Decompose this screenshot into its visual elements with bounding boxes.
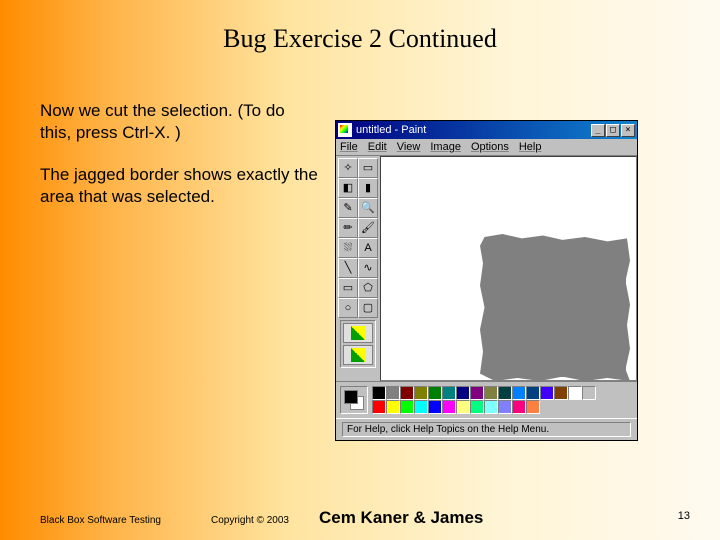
color-swatch-3[interactable] [414, 386, 428, 400]
color-swatch-20[interactable] [428, 400, 442, 414]
statusbar: For Help, click Help Topics on the Help … [336, 418, 637, 440]
tool-fill[interactable]: ▮ [358, 178, 378, 198]
footer: Black Box Software Testing Copyright © 2… [0, 508, 720, 528]
tool-polygon[interactable]: ⬠ [358, 278, 378, 298]
color-swatch-9[interactable] [498, 386, 512, 400]
tool-picker[interactable]: ✎ [338, 198, 358, 218]
color-swatch-2[interactable] [400, 386, 414, 400]
footer-authors: Cem Kaner & James [319, 508, 483, 528]
tool-curve[interactable]: ∿ [358, 258, 378, 278]
tool-rect-select[interactable]: ▭ [358, 158, 378, 178]
paint-window: untitled - Paint _ □ × File Edit View Im… [335, 120, 638, 441]
color-swatch-27[interactable] [526, 400, 540, 414]
tool-text[interactable]: A [358, 238, 378, 258]
color-swatch-25[interactable] [498, 400, 512, 414]
color-swatch-24[interactable] [484, 400, 498, 414]
color-swatch-1[interactable] [386, 386, 400, 400]
toolbox: ✧ ▭ ◧ ▮ ✎ 🔍 ✏ 🖌 ⛆ A ╲ ∿ ▭ ⬠ ○ ▢ [336, 156, 380, 381]
color-swatch-0[interactable] [372, 386, 386, 400]
paragraph-2: The jagged border shows exactly the area… [40, 164, 320, 208]
menu-image[interactable]: Image [430, 141, 461, 153]
transparent-icon [351, 348, 365, 362]
menu-file[interactable]: File [340, 141, 358, 153]
footer-source: Black Box Software Testing [40, 515, 161, 526]
maximize-button[interactable]: □ [606, 124, 620, 137]
color-swatch-18[interactable] [400, 400, 414, 414]
color-swatch-4[interactable] [428, 386, 442, 400]
paragraph-1: Now we cut the selection. (To do this, p… [40, 100, 320, 144]
tool-magnify[interactable]: 🔍 [358, 198, 378, 218]
tool-freeform-select[interactable]: ✧ [338, 158, 358, 178]
tool-line[interactable]: ╲ [338, 258, 358, 278]
tool-pencil[interactable]: ✏ [338, 218, 358, 238]
color-swatch-21[interactable] [442, 400, 456, 414]
color-palette [372, 386, 596, 414]
color-swatch-6[interactable] [456, 386, 470, 400]
color-box [336, 381, 637, 418]
titlebar[interactable]: untitled - Paint _ □ × [336, 121, 637, 139]
color-swatch-13[interactable] [554, 386, 568, 400]
selection-transparent-option[interactable] [343, 345, 373, 365]
tool-airbrush[interactable]: ⛆ [338, 238, 358, 258]
color-swatch-7[interactable] [470, 386, 484, 400]
tool-roundrect[interactable]: ▢ [358, 298, 378, 318]
selection-opaque-option[interactable] [343, 323, 373, 343]
window-title: untitled - Paint [356, 124, 591, 136]
close-button[interactable]: × [621, 124, 635, 137]
color-swatch-10[interactable] [512, 386, 526, 400]
page-number: 13 [678, 510, 690, 522]
color-swatch-26[interactable] [512, 400, 526, 414]
foreground-color-swatch [344, 390, 358, 404]
color-swatch-23[interactable] [470, 400, 484, 414]
menu-help[interactable]: Help [519, 141, 542, 153]
color-swatch-15[interactable] [582, 386, 596, 400]
cut-region [486, 242, 626, 377]
tool-ellipse[interactable]: ○ [338, 298, 358, 318]
color-swatch-5[interactable] [442, 386, 456, 400]
color-swatch-16[interactable] [372, 400, 386, 414]
color-swatch-11[interactable] [526, 386, 540, 400]
tool-options [340, 320, 376, 368]
current-colors[interactable] [340, 386, 368, 414]
color-swatch-12[interactable] [540, 386, 554, 400]
color-swatch-8[interactable] [484, 386, 498, 400]
minimize-button[interactable]: _ [591, 124, 605, 137]
tool-brush[interactable]: 🖌 [358, 218, 378, 238]
menu-view[interactable]: View [397, 141, 421, 153]
tool-eraser[interactable]: ◧ [338, 178, 358, 198]
footer-copyright: Copyright © 2003 [211, 515, 289, 526]
menu-options[interactable]: Options [471, 141, 509, 153]
color-swatch-22[interactable] [456, 400, 470, 414]
slide-title: Bug Exercise 2 Continued [0, 0, 720, 54]
menubar: File Edit View Image Options Help [336, 139, 637, 156]
color-swatch-17[interactable] [386, 400, 400, 414]
status-text: For Help, click Help Topics on the Help … [342, 422, 631, 437]
tool-rect[interactable]: ▭ [338, 278, 358, 298]
color-swatch-19[interactable] [414, 400, 428, 414]
opaque-icon [351, 326, 365, 340]
paint-app-icon [338, 123, 352, 137]
canvas[interactable] [380, 156, 637, 381]
slide-body: Now we cut the selection. (To do this, p… [40, 100, 320, 228]
menu-edit[interactable]: Edit [368, 141, 387, 153]
color-swatch-14[interactable] [568, 386, 582, 400]
